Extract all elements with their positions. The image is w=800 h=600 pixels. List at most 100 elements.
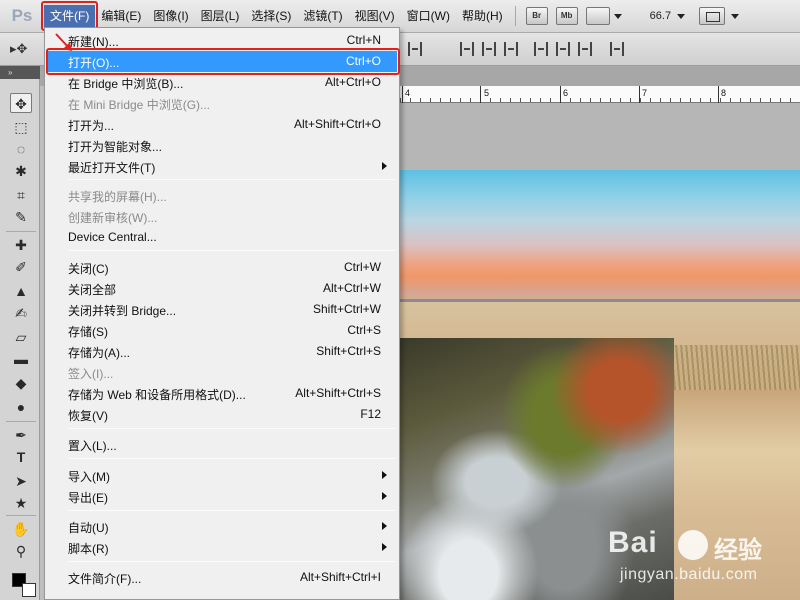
menu-item-file-info[interactable]: 文件简介(F)... Alt+Shift+Ctrl+I xyxy=(47,567,397,588)
history-brush-tool-icon[interactable]: ✍ xyxy=(10,303,32,323)
move-tool-preset-icon[interactable]: ▸✥ xyxy=(10,41,27,57)
healing-brush-tool-icon[interactable]: ✚ xyxy=(10,235,32,255)
menu-item-label: 关闭(C) xyxy=(68,262,109,276)
menu-window[interactable]: 窗口(W) xyxy=(401,5,456,27)
menu-item-close[interactable]: 关闭(C) Ctrl+W xyxy=(47,257,397,278)
menu-item-device-central[interactable]: Device Central... xyxy=(47,227,397,248)
clone-stamp-tool-icon[interactable]: ▲ xyxy=(10,281,32,301)
menu-separator xyxy=(69,428,395,429)
menu-item-save-for-web[interactable]: 存储为 Web 和设备所用格式(D)... Alt+Shift+Ctrl+S xyxy=(47,383,397,404)
submenu-arrow-icon xyxy=(382,543,387,551)
menu-edit[interactable]: 编辑(E) xyxy=(95,5,147,27)
quick-selection-tool-icon[interactable]: ✱ xyxy=(10,161,32,181)
lasso-tool-icon[interactable]: ◌ xyxy=(10,139,32,159)
menu-item-label: 打开(O)... xyxy=(68,56,120,70)
menu-item-place[interactable]: 置入(L)... xyxy=(47,434,397,455)
menu-item-shortcut: Alt+Ctrl+W xyxy=(322,281,381,295)
menu-layer[interactable]: 图层(L) xyxy=(195,5,246,27)
menu-image[interactable]: 图像(I) xyxy=(147,5,194,27)
menu-item-scripts[interactable]: 脚本(R) xyxy=(47,537,397,558)
crop-tool-icon[interactable]: ⌗ xyxy=(10,185,32,205)
submenu-arrow-icon xyxy=(382,522,387,530)
background-color-swatch[interactable] xyxy=(22,583,36,597)
menu-item-label: 导入(M) xyxy=(68,470,110,484)
auto-align-layers-icon[interactable] xyxy=(610,42,624,56)
menu-item-open-as-smart-object[interactable]: 打开为智能对象... xyxy=(47,135,397,156)
tools-divider xyxy=(6,421,36,422)
view-extras-chevron-icon[interactable] xyxy=(613,13,622,19)
mini-bridge-button[interactable]: Mb xyxy=(555,7,578,25)
menu-item-automate[interactable]: 自动(U) xyxy=(47,516,397,537)
menu-item-revert[interactable]: 恢复(V) F12 xyxy=(47,404,397,425)
zoom-level-select[interactable]: 66.7 xyxy=(649,10,686,22)
arrange-chevron-down-icon[interactable] xyxy=(731,13,740,19)
menu-separator xyxy=(69,458,395,459)
menu-item-save-as[interactable]: 存储为(A)... Shift+Ctrl+S xyxy=(47,341,397,362)
pen-tool-icon[interactable]: ✒ xyxy=(10,425,32,445)
menu-item-open-recent[interactable]: 最近打开文件(T) xyxy=(47,156,397,177)
menu-file[interactable]: 文件(F) xyxy=(40,1,99,31)
menu-item-label: 创建新审核(W)... xyxy=(68,211,158,225)
distribute-hcenter-icon[interactable] xyxy=(556,42,570,56)
submenu-arrow-icon xyxy=(382,471,387,479)
menu-filter[interactable]: 滤镜(T) xyxy=(297,5,348,27)
marquee-tool-icon[interactable]: ⬚ xyxy=(10,117,32,137)
canvas-grass-area xyxy=(674,345,800,390)
menu-help[interactable]: 帮助(H) xyxy=(456,5,509,27)
hand-tool-icon[interactable]: ✋ xyxy=(10,519,32,539)
distribute-horizontal-buttons xyxy=(534,42,592,56)
auto-align-buttons xyxy=(610,42,624,56)
menu-item-label: Device Central... xyxy=(68,230,157,244)
move-tool-icon[interactable]: ✥ xyxy=(10,93,32,113)
path-selection-tool-icon[interactable]: ➤ xyxy=(10,471,32,491)
menu-separator xyxy=(69,250,395,251)
blur-tool-icon[interactable]: ◆ xyxy=(10,373,32,393)
gradient-tool-icon[interactable]: ▬ xyxy=(10,349,32,369)
menu-item-browse-in-mini-bridge: 在 Mini Bridge 中浏览(G)... xyxy=(47,93,397,114)
ruler-major-tick xyxy=(639,86,640,103)
menu-item-close-and-go-to-bridge[interactable]: 关闭并转到 Bridge... Shift+Ctrl+W xyxy=(47,299,397,320)
menu-select[interactable]: 选择(S) xyxy=(245,5,297,27)
menu-item-label: 存储(S) xyxy=(68,325,108,339)
dodge-tool-icon[interactable]: ● xyxy=(10,397,32,417)
menu-item-shortcut: Shift+Ctrl+W xyxy=(312,302,381,316)
align-bottom-icon[interactable] xyxy=(408,42,422,56)
zoom-tool-icon[interactable]: ⚲ xyxy=(10,541,32,561)
canvas-sky-layer xyxy=(400,170,800,304)
align-buttons xyxy=(408,42,422,56)
menu-item-close-all[interactable]: 关闭全部 Alt+Ctrl+W xyxy=(47,278,397,299)
zoom-level-value: 66.7 xyxy=(649,10,672,22)
menu-item-save[interactable]: 存储(S) Ctrl+S xyxy=(47,320,397,341)
custom-shape-tool-icon[interactable]: ★ xyxy=(10,493,32,513)
menu-item-import[interactable]: 导入(M) xyxy=(47,465,397,486)
menu-item-shortcut: Alt+Shift+Ctrl+O xyxy=(293,117,381,131)
tools-panel: ✥ ⬚ ◌ ✱ ⌗ ✎ ✚ ✐ ▲ ✍ ▱ ▬ ◆ ● ✒ T ➤ ★ ✋ ⚲ xyxy=(0,79,40,600)
bridge-button[interactable]: Br xyxy=(525,7,548,25)
menu-item-label: 最近打开文件(T) xyxy=(68,161,156,175)
menu-item-check-in: 签入(I)... xyxy=(47,362,397,383)
eraser-tool-icon[interactable]: ▱ xyxy=(10,327,32,347)
arrange-documents-button[interactable] xyxy=(699,7,726,25)
view-extras-button[interactable] xyxy=(585,7,610,25)
menu-item-open-as[interactable]: 打开为... Alt+Shift+Ctrl+O xyxy=(47,114,397,135)
ruler-major-tick xyxy=(718,86,719,103)
ruler-major-tick xyxy=(560,86,561,103)
menu-view[interactable]: 视图(V) xyxy=(349,5,401,27)
eyedropper-tool-icon[interactable]: ✎ xyxy=(10,207,32,227)
menu-item-export[interactable]: 导出(E) xyxy=(47,486,397,507)
menu-item-shortcut: Alt+Shift+Ctrl+I xyxy=(299,570,381,584)
menu-item-label: 签入(I)... xyxy=(68,367,114,381)
type-tool-icon[interactable]: T xyxy=(10,447,32,467)
distribute-top-icon[interactable] xyxy=(460,42,474,56)
distribute-bottom-icon[interactable] xyxy=(504,42,518,56)
baidu-jingyan-watermark: Bai 经验 jingyan.baidu.com xyxy=(606,526,796,594)
tools-panel-header[interactable]: » xyxy=(0,66,40,79)
horizontal-ruler[interactable]: 4 5 6 7 8 xyxy=(400,86,800,103)
menu-item-browse-in-bridge[interactable]: 在 Bridge 中浏览(B)... Alt+Ctrl+O xyxy=(47,72,397,93)
distribute-right-icon[interactable] xyxy=(578,42,592,56)
menu-item-open[interactable]: 打开(O)... Ctrl+O xyxy=(46,48,400,75)
distribute-center-icon[interactable] xyxy=(482,42,496,56)
brush-tool-icon[interactable]: ✐ xyxy=(10,257,32,277)
watermark-sub: 经验 xyxy=(714,536,762,564)
distribute-left-icon[interactable] xyxy=(534,42,548,56)
